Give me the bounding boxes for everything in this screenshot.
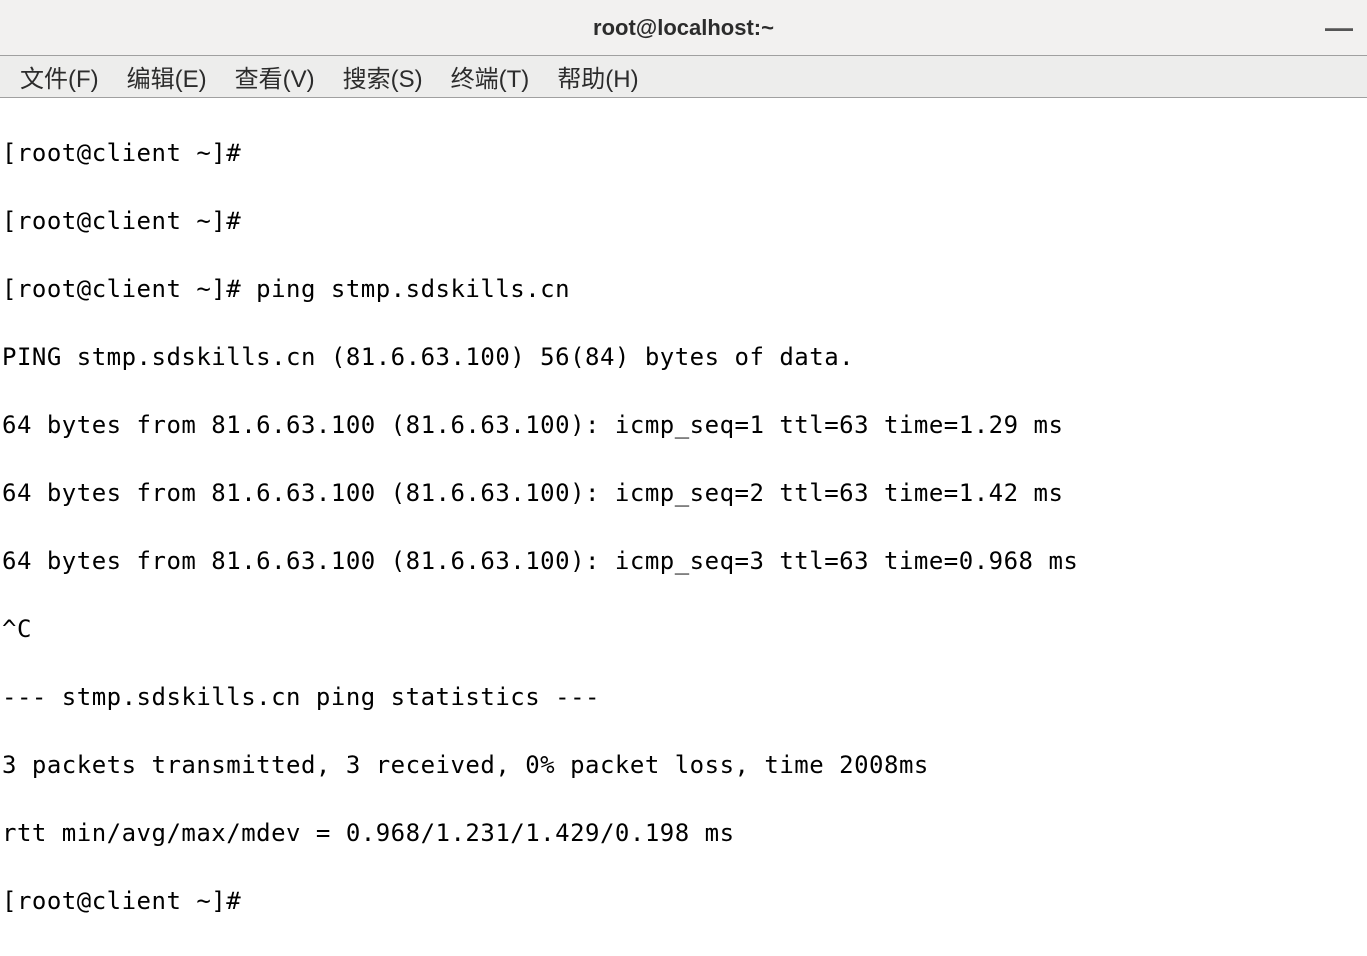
- window-controls: —: [1325, 14, 1353, 42]
- menubar: 文件(F) 编辑(E) 查看(V) 搜索(S) 终端(T) 帮助(H): [0, 56, 1367, 98]
- terminal-body[interactable]: [root@client ~]# [root@client ~]# [root@…: [0, 98, 1367, 956]
- terminal-line: 64 bytes from 81.6.63.100 (81.6.63.100):…: [2, 544, 1365, 578]
- terminal-line: ^C: [2, 612, 1365, 646]
- terminal-line: [root@client ~]#: [2, 204, 1365, 238]
- menu-file[interactable]: 文件(F): [8, 55, 111, 98]
- window-title: root@localhost:~: [593, 15, 774, 41]
- terminal-line: [root@client ~]#: [2, 884, 1365, 918]
- menu-search[interactable]: 搜索(S): [331, 55, 435, 98]
- terminal-line: 64 bytes from 81.6.63.100 (81.6.63.100):…: [2, 476, 1365, 510]
- terminal-line: [root@client ~]# ping stmp.sdskills.cn: [2, 272, 1365, 306]
- terminal-line: 64 bytes from 81.6.63.100 (81.6.63.100):…: [2, 408, 1365, 442]
- terminal-line: PING stmp.sdskills.cn (81.6.63.100) 56(8…: [2, 340, 1365, 374]
- menu-terminal[interactable]: 终端(T): [439, 55, 542, 98]
- window-titlebar: root@localhost:~ —: [0, 0, 1367, 56]
- menu-edit[interactable]: 编辑(E): [115, 55, 219, 98]
- menu-help[interactable]: 帮助(H): [545, 55, 650, 98]
- menu-view[interactable]: 查看(V): [223, 55, 327, 98]
- terminal-line: [root@client ~]#: [2, 136, 1365, 170]
- terminal-line: rtt min/avg/max/mdev = 0.968/1.231/1.429…: [2, 816, 1365, 850]
- minimize-icon[interactable]: —: [1325, 14, 1353, 42]
- terminal-line: --- stmp.sdskills.cn ping statistics ---: [2, 680, 1365, 714]
- terminal-line: 3 packets transmitted, 3 received, 0% pa…: [2, 748, 1365, 782]
